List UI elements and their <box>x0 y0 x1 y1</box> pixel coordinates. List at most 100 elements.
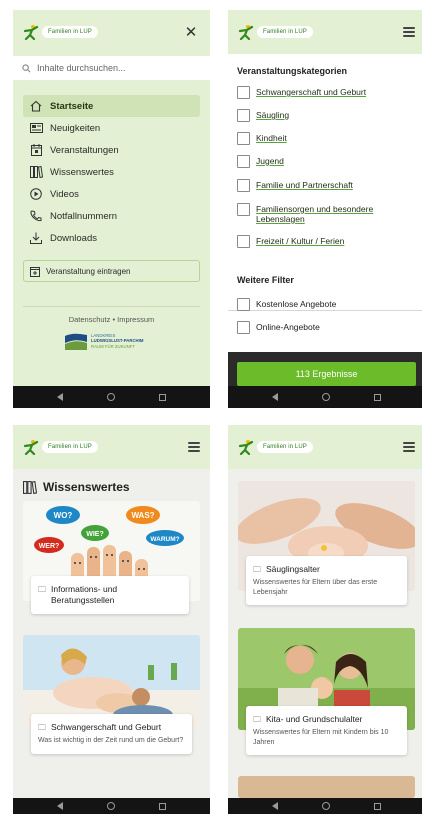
hamburger-menu-icon[interactable] <box>403 442 415 452</box>
home-circle-icon[interactable] <box>107 393 115 401</box>
filter-label[interactable]: Kostenlose Angebote <box>256 298 336 309</box>
recents-icon[interactable] <box>159 393 166 401</box>
menu-item-label: Wissenswertes <box>50 166 114 178</box>
home-circle-icon[interactable] <box>107 802 115 810</box>
checkbox[interactable] <box>237 109 250 122</box>
district-logo-line3: RAUM FÜR ZUKUNFT <box>91 343 135 349</box>
topic-card[interactable]: WO? WAS? WIE? WER? WARUM? 🗀 Informations-… <box>23 501 200 626</box>
category-label[interactable]: Schwangerschaft und Geburt <box>256 86 366 97</box>
recents-icon[interactable] <box>159 802 166 810</box>
card-description: Wissenswertes für Eltern über das erste … <box>253 579 378 596</box>
android-navbar <box>13 798 210 814</box>
menu-item-label: Neuigkeiten <box>50 122 101 134</box>
filter-checkbox[interactable]: Online-Angebote <box>237 321 417 334</box>
checkbox[interactable] <box>237 203 250 216</box>
card-caption[interactable]: 🗀 Schwangerschaft und Geburt Was ist wich… <box>31 714 192 754</box>
topic-card[interactable] <box>238 776 415 798</box>
folder-icon: 🗀 <box>253 715 261 724</box>
filter-screen: Familien in LUP Veranstaltungskategorien… <box>228 10 422 408</box>
card-title: Schwangerschaft und Geburt <box>51 722 162 732</box>
category-checkbox[interactable]: Kindheit <box>237 132 417 145</box>
card-caption[interactable]: 🗀 Kita- und Grundschulalter Wissenswertes… <box>246 706 407 755</box>
bubble-text: WER? <box>39 543 60 550</box>
category-label[interactable]: Freizeit / Kultur / Ferien <box>256 235 344 246</box>
home-circle-icon[interactable] <box>322 802 330 810</box>
menu-item-neuigkeiten[interactable]: Neuigkeiten <box>23 117 200 139</box>
android-navbar <box>228 798 422 814</box>
category-checkbox[interactable]: Familiensorgen und besondere Lebenslagen <box>237 203 417 224</box>
category-checkbox[interactable]: Säugling <box>237 109 417 122</box>
category-label[interactable]: Säugling <box>256 109 289 120</box>
category-label[interactable]: Familiensorgen und besondere Lebenslagen <box>256 203 417 224</box>
menu-item-videos[interactable]: Videos <box>23 183 200 205</box>
back-icon[interactable] <box>272 802 278 810</box>
bubble-text: WARUM? <box>150 536 179 543</box>
menu-item-veranstaltungen[interactable]: Veranstaltungen <box>23 139 200 161</box>
checkbox[interactable] <box>237 155 250 168</box>
app-header: Familien in LUP <box>13 425 210 469</box>
logo-text: Familien in LUP <box>42 441 98 453</box>
menu-item-wissenswertes[interactable]: Wissenswertes <box>23 161 200 183</box>
categories-title: Veranstaltungskategorien <box>237 66 348 76</box>
home-icon <box>29 100 43 112</box>
category-checkbox[interactable]: Freizeit / Kultur / Ferien <box>237 235 417 248</box>
category-checkbox[interactable]: Schwangerschaft und Geburt <box>237 86 417 99</box>
app-logo[interactable]: Familien in LUP <box>238 24 313 40</box>
menu-item-label: Startseite <box>50 100 94 112</box>
menu-item-label: Veranstaltungen <box>50 144 119 156</box>
logo-text: Familien in LUP <box>42 26 98 38</box>
bubble-text: WO? <box>54 511 73 520</box>
menu-item-notfallnummern[interactable]: Notfallnummern <box>23 205 200 227</box>
district-wave-icon <box>65 333 87 350</box>
close-icon[interactable]: ✕ <box>182 23 200 41</box>
category-checkbox[interactable]: Jugend <box>237 155 417 168</box>
card-title: Informations- und Beratungsstellen <box>51 584 118 605</box>
category-label[interactable]: Familie und Partnerschaft <box>256 179 353 190</box>
topic-card[interactable]: 🗀 Schwangerschaft und Geburt Was ist wich… <box>23 635 200 785</box>
back-icon[interactable] <box>272 393 278 401</box>
filter-label[interactable]: Online-Angebote <box>256 321 320 332</box>
folder-icon: 🗀 <box>38 585 46 594</box>
recents-icon[interactable] <box>374 393 381 401</box>
menu-item-downloads[interactable]: Downloads <box>23 227 200 249</box>
category-checkbox[interactable]: Familie und Partnerschaft <box>237 179 417 192</box>
category-label[interactable]: Kindheit <box>256 132 287 143</box>
checkbox[interactable] <box>237 235 250 248</box>
topic-card[interactable]: 🗀 Kita- und Grundschulalter Wissenswertes… <box>238 628 415 778</box>
category-label[interactable]: Jugend <box>256 155 284 166</box>
android-navbar <box>13 386 210 408</box>
search-icon <box>22 63 31 72</box>
show-results-button[interactable]: 113 Ergebnisse <box>237 362 416 386</box>
hamburger-menu-icon[interactable] <box>403 27 415 37</box>
back-icon[interactable] <box>57 802 63 810</box>
android-navbar <box>228 386 422 408</box>
recents-icon[interactable] <box>374 802 381 810</box>
app-logo[interactable]: Familien in LUP <box>23 439 98 455</box>
app-header: Familien in LUP ✕ <box>13 10 210 54</box>
hamburger-menu-icon[interactable] <box>188 442 200 452</box>
filter-checkbox[interactable]: Kostenlose Angebote <box>237 298 417 311</box>
app-logo[interactable]: Familien in LUP <box>23 24 98 40</box>
checkbox[interactable] <box>237 132 250 145</box>
card-title: Säuglingsalter <box>266 564 320 574</box>
checkbox[interactable] <box>237 86 250 99</box>
topic-card[interactable]: 🗀 Säuglingsalter Wissenswertes für Eltern… <box>238 481 415 621</box>
menu-screen: Familien in LUP ✕ Inhalte durchsuchen...… <box>13 10 210 408</box>
menu-item-startseite[interactable]: Startseite <box>23 95 200 117</box>
card-caption[interactable]: 🗀 Säuglingsalter Wissenswertes für Eltern… <box>246 556 407 605</box>
add-event-button[interactable]: Veranstaltung eintragen <box>23 260 200 282</box>
checkbox[interactable] <box>237 298 250 311</box>
folder-icon: 🗀 <box>253 565 261 574</box>
add-event-label: Veranstaltung eintragen <box>46 266 131 276</box>
home-circle-icon[interactable] <box>322 393 330 401</box>
legal-links[interactable]: Datenschutz • Impressum <box>13 315 210 324</box>
page-title-text: Wissenswertes <box>43 480 130 494</box>
books-icon <box>23 480 37 494</box>
app-logo[interactable]: Familien in LUP <box>238 439 313 455</box>
checkbox[interactable] <box>237 321 250 334</box>
search-input[interactable]: Inhalte durchsuchen... <box>13 56 210 80</box>
card-caption[interactable]: 🗀 Informations- und Beratungsstellen <box>31 576 189 614</box>
checkbox[interactable] <box>237 179 250 192</box>
back-icon[interactable] <box>57 393 63 401</box>
family-figure-icon <box>23 25 39 40</box>
